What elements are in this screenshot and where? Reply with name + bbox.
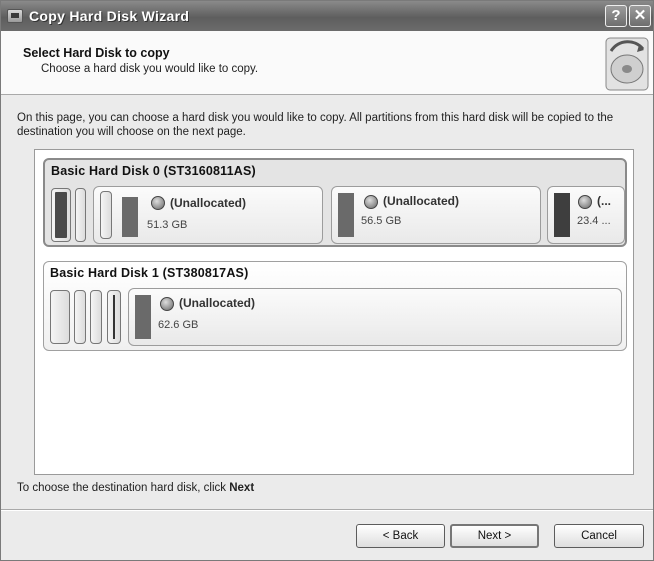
disk-1-title: Basic Hard Disk 1 (ST380817AS) xyxy=(50,266,249,280)
disk-0-title: Basic Hard Disk 0 (ST3160811AS) xyxy=(51,164,256,178)
disk-1-partition-1-size: 62.6 GB xyxy=(158,319,199,331)
disk-1-spacer-bar-3 xyxy=(107,290,121,344)
disk-1-partition-1[interactable]: (Unallocated) 62.6 GB xyxy=(128,288,622,346)
disk-0-partition-2-size: 56.5 GB xyxy=(361,215,402,227)
disk-0-partition-3[interactable]: (... 23.4 ... xyxy=(547,186,625,244)
disk-0-system-bar xyxy=(51,188,71,242)
disk-1-spacer-bar-1 xyxy=(74,290,86,344)
disk-1-system-bar xyxy=(50,290,70,344)
disk-0-partition-1-size: 51.3 GB xyxy=(147,219,188,231)
disk-0-item[interactable]: Basic Hard Disk 0 (ST3160811AS) (Unalloc… xyxy=(43,158,627,247)
disk-0-partition-3-size: 23.4 ... xyxy=(577,215,611,227)
copy-hard-disk-wizard-window: Copy Hard Disk Wizard ? ✕ Select Hard Di… xyxy=(0,0,654,561)
disk-1-partition-1-label: (Unallocated) xyxy=(179,296,256,310)
unallocated-icon xyxy=(578,195,592,209)
disk-0-partition-3-label: (... xyxy=(597,194,611,208)
disk-1-item[interactable]: Basic Hard Disk 1 (ST380817AS) (Unalloca… xyxy=(43,261,627,351)
wizard-header: Select Hard Disk to copy Choose a hard d… xyxy=(1,31,653,95)
disk-0-spacer-bar xyxy=(75,188,86,242)
unallocated-icon xyxy=(151,196,165,210)
footer-instruction-text: To choose the destination hard disk, cli… xyxy=(17,482,230,494)
cancel-button[interactable]: Cancel xyxy=(554,524,644,548)
title-bar[interactable]: Copy Hard Disk Wizard ? ✕ xyxy=(1,1,653,31)
footer-instruction: To choose the destination hard disk, cli… xyxy=(17,482,254,494)
back-button[interactable]: < Back xyxy=(356,524,445,548)
wizard-app-icon xyxy=(7,9,23,23)
hard-disk-copy-icon xyxy=(605,37,649,91)
close-button[interactable]: ✕ xyxy=(629,5,651,27)
disk-0-partition-1-frame xyxy=(100,191,112,239)
disk-0-partition-1-label: (Unallocated) xyxy=(170,196,247,210)
footer-separator xyxy=(1,509,653,511)
disk-0-partition-2-swatch xyxy=(338,193,354,237)
page-description: On this page, you can choose a hard disk… xyxy=(17,112,614,138)
disk-0-partition-3-swatch xyxy=(554,193,570,237)
page-subtitle: Choose a hard disk you would like to cop… xyxy=(41,63,259,75)
window-title: Copy Hard Disk Wizard xyxy=(29,8,190,24)
footer-instruction-next: Next xyxy=(229,482,255,494)
next-button[interactable]: Next > xyxy=(450,524,539,548)
disk-0-partition-2[interactable]: (Unallocated) 56.5 GB xyxy=(331,186,541,244)
disk-1-partition-1-swatch xyxy=(135,295,151,339)
disk-list-panel: Basic Hard Disk 0 (ST3160811AS) (Unalloc… xyxy=(34,149,634,475)
disk-0-partition-1-swatch xyxy=(122,197,138,237)
unallocated-icon xyxy=(160,297,174,311)
disk-0-partition-1[interactable]: (Unallocated) 51.3 GB xyxy=(93,186,323,244)
disk-0-partition-2-label: (Unallocated) xyxy=(383,194,460,208)
help-button[interactable]: ? xyxy=(605,5,627,27)
page-title: Select Hard Disk to copy xyxy=(23,46,170,60)
unallocated-icon xyxy=(364,195,378,209)
disk-1-spacer-bar-2 xyxy=(90,290,102,344)
